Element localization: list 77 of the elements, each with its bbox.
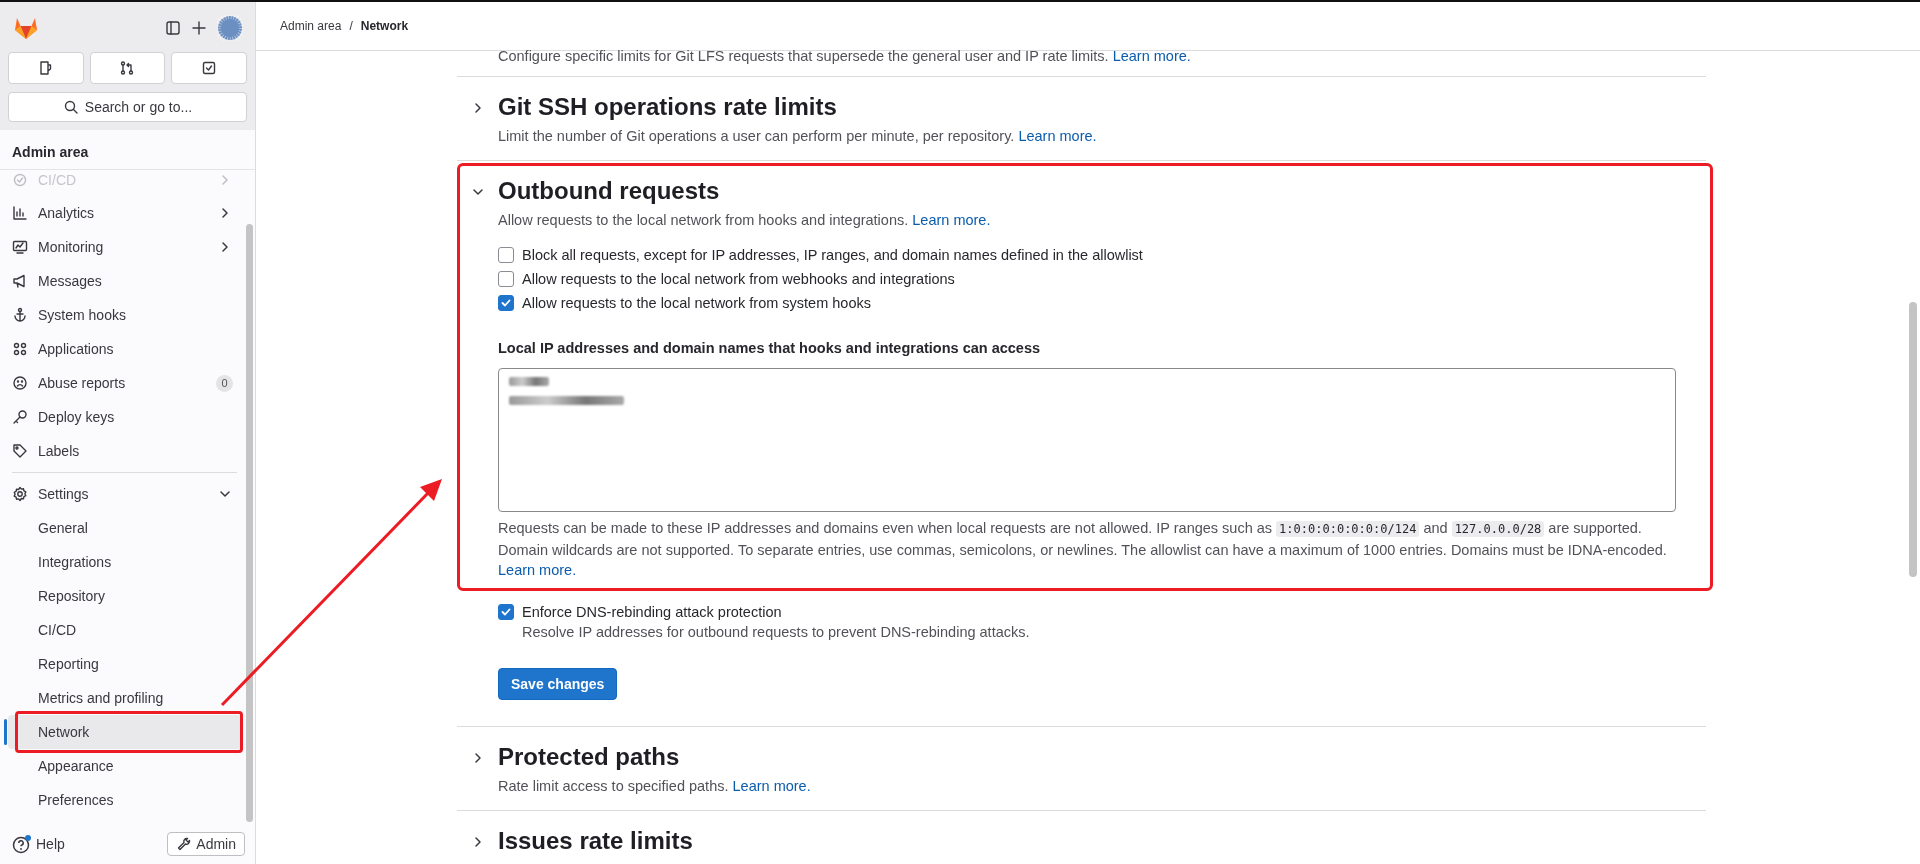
- breadcrumb-link[interactable]: Admin area: [280, 19, 342, 33]
- breadcrumb-separator: /: [349, 19, 353, 33]
- help-button[interactable]: Help: [12, 834, 65, 854]
- sidebar-title: Admin area: [0, 130, 255, 170]
- search-icon: [62, 99, 79, 115]
- count-badge: 0: [216, 374, 233, 392]
- sidebar-item[interactable]: System hooks: [8, 298, 241, 332]
- sidebar-item[interactable]: Analytics: [8, 196, 241, 230]
- sidebar-subitem[interactable]: CI/CD: [8, 613, 241, 647]
- field-label: Local IP addresses and domain names that hooks and integrations can access: [498, 340, 1042, 356]
- anchor-icon: [12, 307, 28, 323]
- sidebar-item[interactable]: Abuse reports 0: [8, 366, 241, 400]
- learn-more-link[interactable]: Learn more.: [1018, 128, 1097, 144]
- learn-more-link[interactable]: Learn more.: [912, 212, 991, 228]
- search-button[interactable]: Search or go to...: [8, 92, 247, 122]
- wrench-icon: [176, 836, 193, 852]
- sidebar-item[interactable]: Monitoring: [8, 230, 241, 264]
- sidebar-item[interactable]: Settings: [8, 477, 241, 511]
- learn-more-link[interactable]: Learn more.: [498, 562, 577, 578]
- sidebar-item[interactable]: Deploy keys: [8, 400, 241, 434]
- save-button[interactable]: Save changes: [498, 667, 618, 700]
- chart-icon: [12, 205, 28, 221]
- checkbox-label: Enforce DNS-rebinding attack protection: [522, 602, 782, 621]
- section-title: Issues rate limits: [498, 825, 694, 856]
- allowlist-field[interactable]: [498, 368, 1676, 512]
- monitor-icon: [12, 239, 28, 255]
- merge-requests-button[interactable]: [89, 52, 166, 84]
- mug-icon: [37, 60, 54, 76]
- sidebar-item[interactable]: Labels: [8, 434, 241, 468]
- checkbox[interactable]: [498, 603, 514, 620]
- sidebar-subitem[interactable]: Reporting: [8, 647, 241, 681]
- checkbox-label: Block all requests, except for IP addresses, IP ranges, and domain names defined in the allowlist: [522, 246, 1143, 264]
- sidebar-subitem[interactable]: Repository: [8, 579, 241, 613]
- redacted-text: [509, 377, 549, 386]
- check-icon: [500, 297, 512, 309]
- label-icon: [12, 443, 28, 459]
- sidebar-subitem[interactable]: General: [8, 511, 241, 545]
- merge-request-icon: [119, 60, 136, 76]
- sidebar-item[interactable]: Messages: [8, 264, 241, 298]
- checkbox-icon: [201, 60, 218, 76]
- sidebar-subitem[interactable]: Appearance: [8, 749, 241, 783]
- section-description: Rate limit access to specified paths. Learn more.: [498, 776, 812, 796]
- help-text: Requests can be made to these IP addresses and domains even when local requests are not allowed. IP ranges such as 1:0:0:0:0:0:0:0/124 and 127.0.0.0/28 are supported. Domain wildcards are not supported. To separate entries, use commas, semicolons, or newlines. The allowlist can have a maximum of 1000 entries. Domains must be IDNA-encoded. Learn more.: [498, 519, 1668, 580]
- sidebar-subitem[interactable]: Metrics and profiling: [8, 681, 241, 715]
- learn-more-link[interactable]: Learn more.: [1112, 48, 1191, 64]
- gear-icon: [12, 486, 28, 502]
- breadcrumb-link[interactable]: Network: [360, 19, 409, 33]
- learn-more-link[interactable]: Learn more.: [732, 777, 811, 794]
- pipeline-icon: [12, 172, 28, 188]
- section-description: Allow requests to the local network from hooks and integrations. Learn more.: [498, 211, 992, 230]
- key-icon: [12, 409, 28, 425]
- todo-button[interactable]: [171, 52, 247, 84]
- megaphone-icon: [12, 273, 28, 289]
- help-icon: [12, 834, 32, 854]
- checkbox-label: Allow requests to the local network from webhooks and integrations: [522, 270, 955, 288]
- sidebar-subitem[interactable]: Preferences: [8, 783, 241, 817]
- section-title: Protected paths: [498, 741, 681, 772]
- section-title: Git SSH operations rate limits: [498, 92, 838, 122]
- sidebar-toggle-icon: [165, 20, 181, 36]
- checkbox-description: Resolve IP addresses for outbound requests to prevent DNS-rebinding attacks.: [522, 623, 1031, 640]
- section-title: Outbound requests: [498, 176, 721, 206]
- checkbox[interactable]: [498, 271, 514, 287]
- issues-button[interactable]: [8, 52, 84, 84]
- sidebar-item[interactable]: Applications: [8, 332, 241, 366]
- sad-face-icon: [12, 375, 28, 391]
- scrollbar[interactable]: [246, 224, 253, 822]
- checkbox-label: Allow requests to the local network from system hooks: [522, 294, 871, 312]
- plus-icon: [191, 20, 207, 36]
- applications-icon: [12, 341, 28, 357]
- avatar-icon[interactable]: [217, 15, 243, 41]
- section-description: Limit the number of Git operations a user can perform per minute, per repository. Learn more.: [498, 127, 1098, 146]
- checkbox[interactable]: [498, 247, 514, 263]
- checkbox[interactable]: [498, 295, 514, 311]
- section-description: Configure specific limits for Git LFS requests that supersede the general user and IP rate limits. Learn more.: [498, 47, 1192, 66]
- scrollbar[interactable]: [1909, 302, 1917, 577]
- sidebar-subitem[interactable]: Integrations: [8, 545, 241, 579]
- admin-button[interactable]: Admin: [167, 832, 245, 856]
